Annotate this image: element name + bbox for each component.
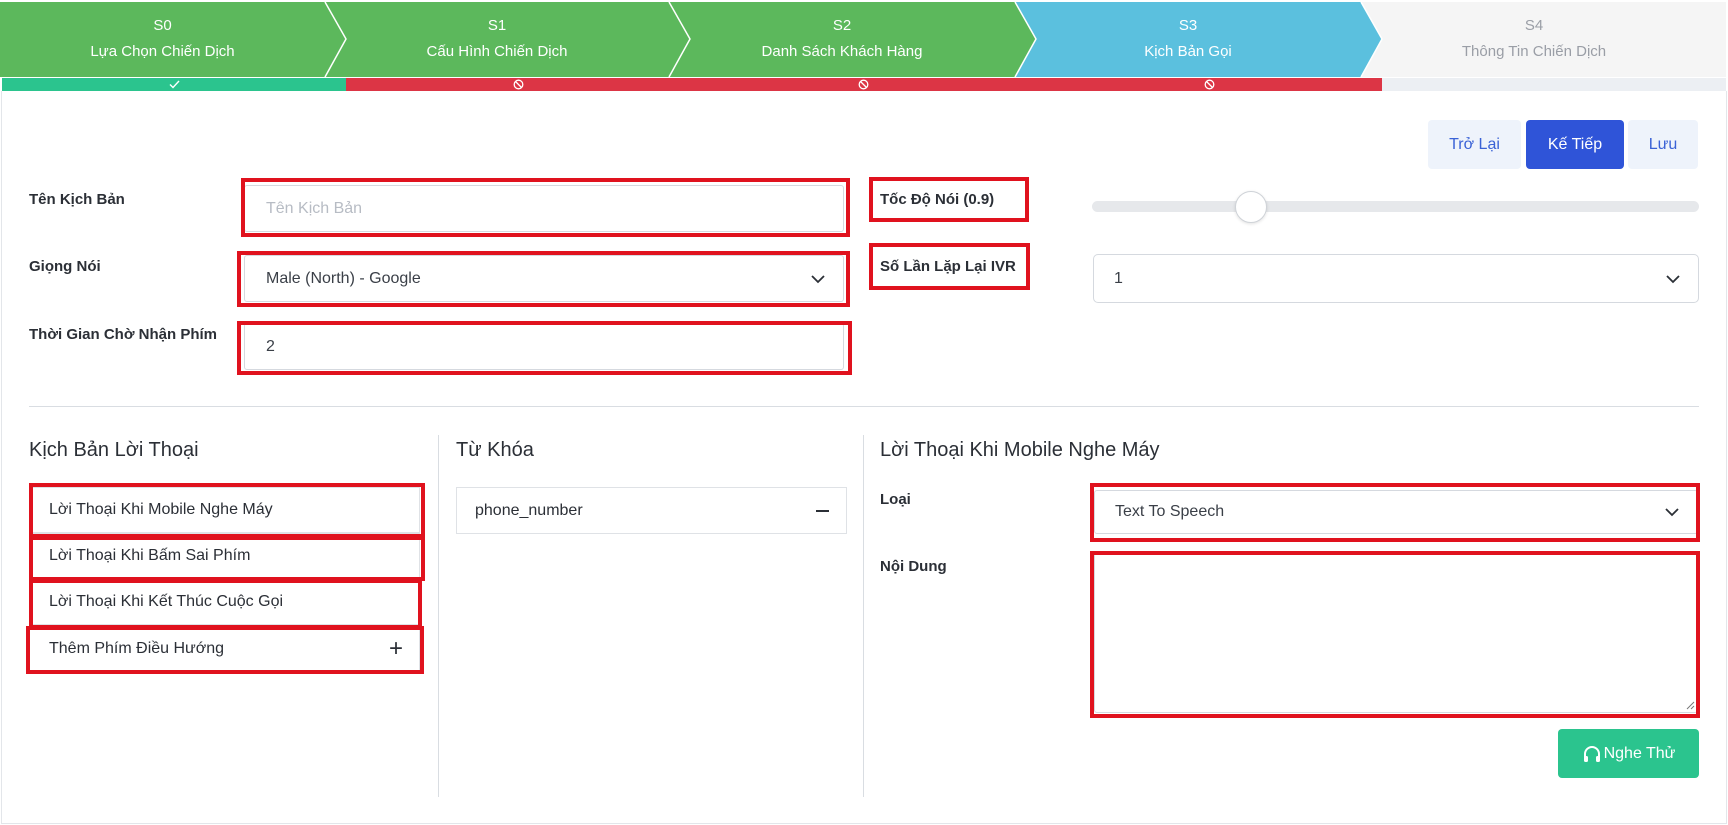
highlight-box bbox=[29, 536, 425, 581]
step-s0-status bbox=[2, 78, 346, 91]
highlight-box bbox=[869, 243, 1030, 290]
minus-icon[interactable] bbox=[816, 510, 829, 512]
step-code: S1 bbox=[487, 16, 507, 34]
slider-thumb[interactable] bbox=[1235, 191, 1267, 223]
highlight-box bbox=[1090, 551, 1700, 718]
headphones-icon bbox=[1583, 745, 1600, 762]
highlight-box bbox=[241, 178, 850, 237]
wizard-stepper: S0 Lựa Chọn Chiến Dịch S1 Cấu Hình Chiến… bbox=[0, 0, 1728, 91]
step-title: Lựa Chọn Chiến Dịch bbox=[90, 42, 235, 60]
ivr-repeat-select[interactable]: 1 bbox=[1093, 254, 1699, 303]
listen-button[interactable]: Nghe Thử bbox=[1558, 729, 1699, 778]
column-divider bbox=[863, 435, 864, 797]
step-title: Cấu Hình Chiến Dịch bbox=[426, 42, 568, 60]
content-label: Nội Dung bbox=[880, 558, 947, 575]
step-title: Danh Sách Khách Hàng bbox=[761, 42, 923, 60]
back-button[interactable]: Trở Lại bbox=[1428, 120, 1521, 169]
step-s2[interactable]: S2 Danh Sách Khách Hàng bbox=[669, 0, 1015, 77]
chevron-down-icon bbox=[1666, 274, 1680, 283]
step-code: S4 bbox=[1524, 16, 1544, 34]
step-title: Kịch Bản Gọi bbox=[1144, 42, 1232, 60]
step-s3[interactable]: S3 Kịch Bản Gọi bbox=[1015, 0, 1361, 77]
highlight-box bbox=[1090, 483, 1700, 542]
next-button[interactable]: Kế Tiếp bbox=[1526, 120, 1624, 169]
speech-rate-slider[interactable] bbox=[1092, 201, 1699, 212]
scripts-title: Kịch Bản Lời Thoại bbox=[29, 439, 199, 461]
script-name-label: Tên Kịch Bản bbox=[29, 191, 125, 208]
section-divider bbox=[29, 406, 1699, 407]
keyword-label: phone_number bbox=[475, 501, 583, 519]
step-code: S3 bbox=[1178, 16, 1198, 34]
voice-label: Giọng Nói bbox=[29, 258, 101, 275]
highlight-box bbox=[869, 177, 1029, 222]
column-divider bbox=[438, 435, 439, 797]
step-code: S2 bbox=[832, 16, 852, 34]
type-label: Loại bbox=[880, 491, 911, 508]
listen-button-label: Nghe Thử bbox=[1603, 744, 1676, 762]
step-s0[interactable]: S0 Lựa Chọn Chiến Dịch bbox=[0, 0, 325, 77]
step-s3-status bbox=[1036, 78, 1382, 91]
keywords-title: Từ Khóa bbox=[456, 439, 534, 461]
step-s4[interactable]: S4 Thông Tin Chiến Dịch bbox=[1361, 0, 1707, 77]
highlight-box bbox=[29, 579, 422, 629]
step-s2-status bbox=[690, 78, 1036, 91]
highlight-box bbox=[237, 251, 850, 307]
step-code: S0 bbox=[153, 16, 172, 34]
ban-icon bbox=[513, 79, 523, 90]
step-title: Thông Tin Chiến Dịch bbox=[1461, 42, 1607, 60]
step-s4-status bbox=[1382, 78, 1726, 91]
highlight-box bbox=[29, 483, 425, 538]
highlight-box bbox=[26, 626, 424, 674]
ivr-repeat-value: 1 bbox=[1114, 269, 1123, 287]
ban-icon bbox=[858, 79, 868, 90]
detail-title: Lời Thoại Khi Mobile Nghe Máy bbox=[880, 439, 1160, 461]
keyword-item[interactable]: phone_number bbox=[456, 487, 847, 534]
highlight-box bbox=[237, 321, 852, 375]
ban-icon bbox=[1204, 79, 1214, 90]
check-icon bbox=[169, 80, 180, 89]
key-wait-label: Thời Gian Chờ Nhận Phím bbox=[29, 326, 217, 343]
save-button[interactable]: Lưu bbox=[1628, 120, 1698, 169]
step-s1-status bbox=[346, 78, 690, 91]
step-s1[interactable]: S1 Cấu Hình Chiến Dịch bbox=[325, 0, 669, 77]
